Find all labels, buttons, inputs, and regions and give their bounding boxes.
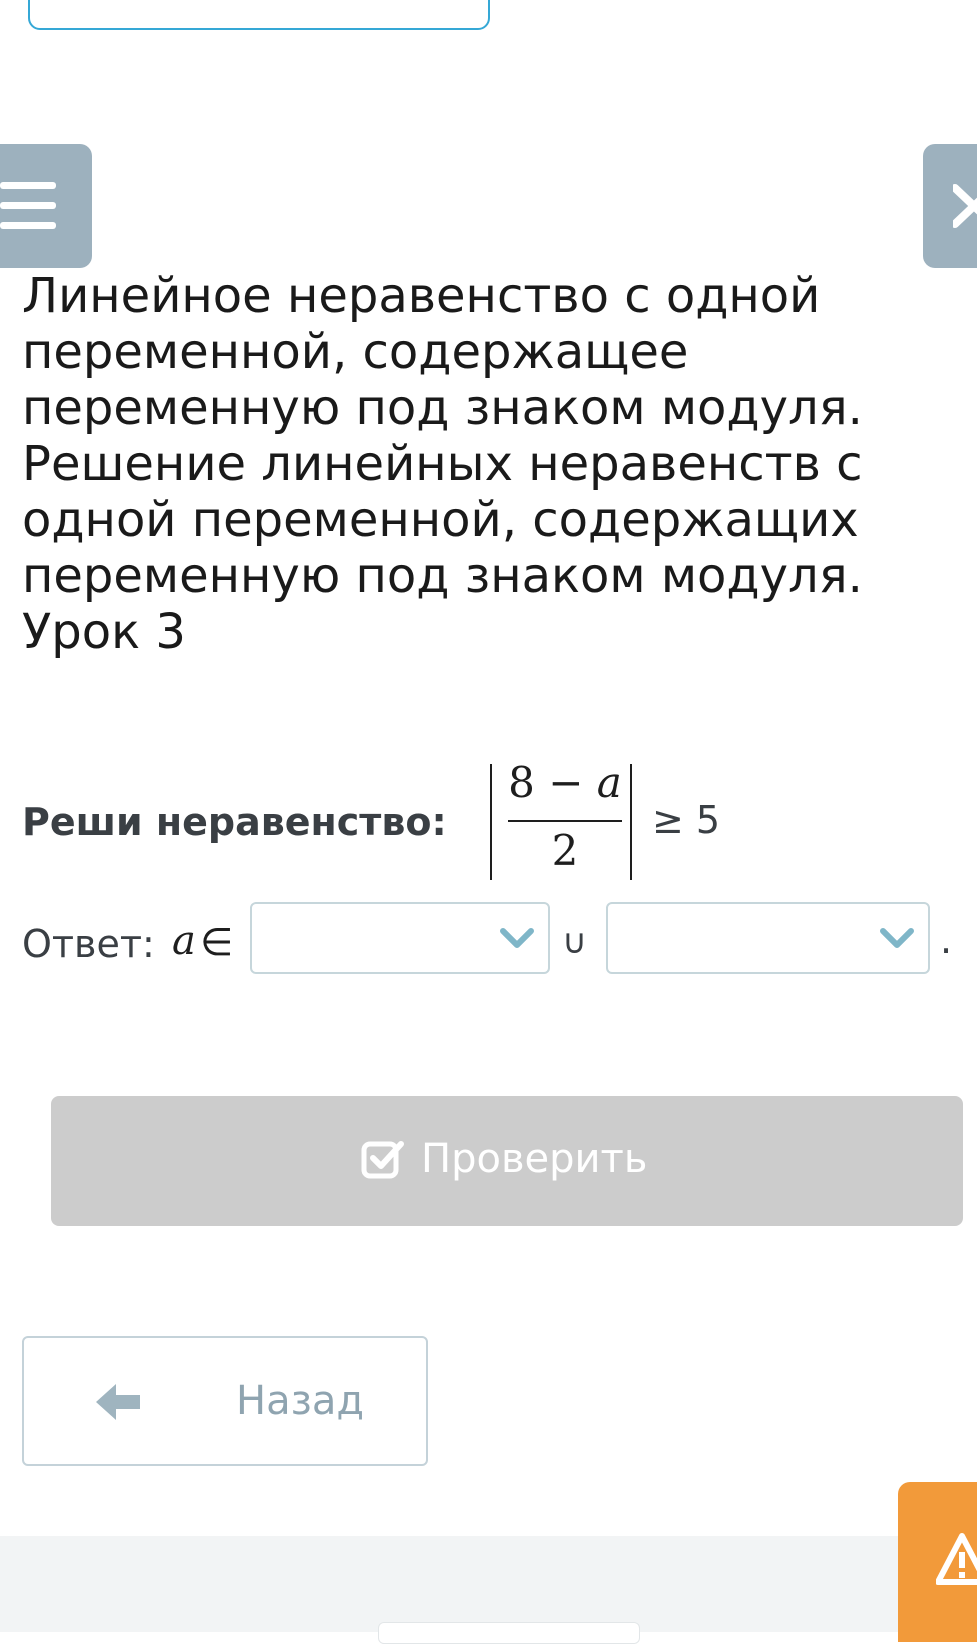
check-button-label: Проверить	[421, 1136, 648, 1182]
numerator-variable: a	[596, 758, 622, 807]
fraction-denominator: 2	[551, 826, 579, 875]
interval-select-2[interactable]	[606, 902, 930, 974]
element-of-symbol: ∈	[200, 920, 234, 964]
footer-strip	[0, 1536, 977, 1632]
inequality-relation: ≥ 5	[652, 798, 721, 842]
answer-variable: a	[172, 918, 196, 964]
answer-end-dot: .	[940, 918, 953, 962]
task-row: Реши неравенство: 8 − a 2 ≥ 5	[22, 758, 962, 880]
abs-bar-left	[490, 764, 492, 880]
lesson-title: Линейное неравенство с одной переменной,…	[22, 268, 863, 660]
close-button[interactable]	[923, 144, 977, 268]
task-label: Реши неравенство:	[22, 800, 447, 844]
close-icon	[953, 184, 977, 228]
interval-select-1[interactable]	[250, 902, 550, 974]
abs-bar-right	[630, 764, 632, 880]
fraction-line	[508, 820, 622, 822]
footer-tab[interactable]	[378, 1622, 640, 1644]
top-input-frame[interactable]	[28, 0, 490, 30]
warning-icon	[936, 1533, 977, 1585]
checkbox-check-icon	[361, 1141, 404, 1179]
back-button[interactable]: Назад	[22, 1336, 428, 1466]
union-symbol: ∪	[562, 922, 587, 962]
answer-label: Ответ:	[22, 922, 155, 966]
menu-button[interactable]	[0, 144, 92, 268]
menu-icon	[0, 182, 56, 229]
answer-row: Ответ: a ∈ ∪ .	[22, 900, 972, 978]
chevron-down-icon	[500, 928, 534, 948]
fraction-numerator: 8 − a	[504, 758, 626, 807]
back-button-label: Назад	[236, 1378, 365, 1424]
numerator-left: 8 −	[508, 758, 597, 807]
chevron-down-icon	[880, 928, 914, 948]
report-problem-button[interactable]	[898, 1482, 977, 1642]
check-button[interactable]: Проверить	[51, 1096, 963, 1226]
arrow-left-icon	[96, 1384, 140, 1420]
